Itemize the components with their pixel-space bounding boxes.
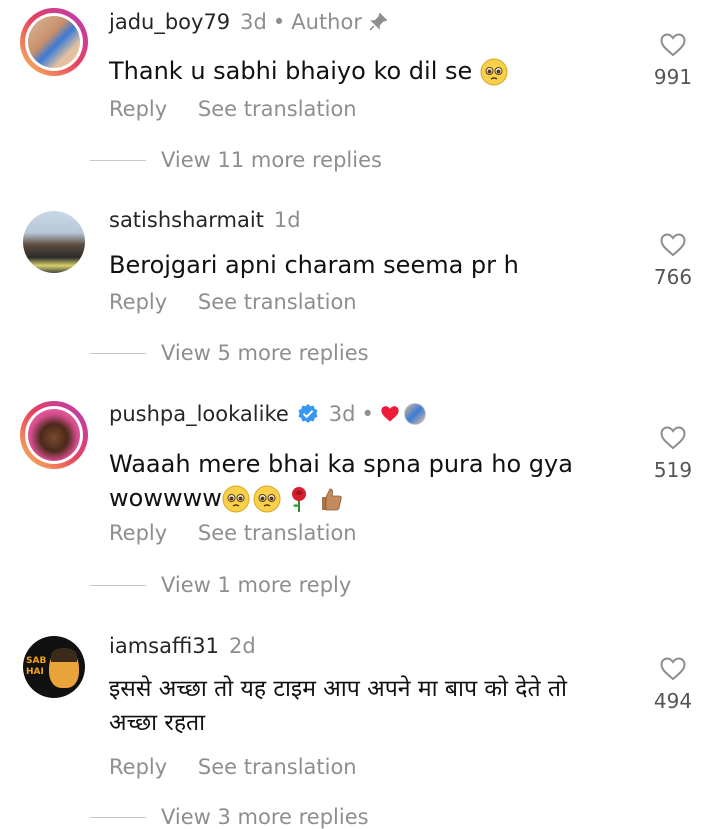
pin-icon (369, 12, 388, 31)
avatar[interactable] (20, 401, 88, 469)
like-count: 766 (653, 265, 693, 289)
timestamp: 3d (240, 10, 267, 34)
view-replies-label: View 11 more replies (161, 148, 382, 172)
divider-line (90, 159, 146, 161)
dot-separator: • (361, 402, 374, 426)
like-button[interactable]: 991 (646, 33, 700, 89)
like-button[interactable]: 494 (646, 657, 700, 713)
liked-by-creator-heart-icon (381, 406, 399, 422)
username[interactable]: iamsaffi31 (109, 634, 219, 658)
reply-button[interactable]: Reply (109, 521, 167, 545)
pleading-face-emoji (222, 485, 250, 513)
divider-line (90, 816, 146, 818)
comment-actions: Reply See translation (109, 521, 381, 545)
see-translation-button[interactable]: See translation (198, 290, 357, 314)
heart-icon (660, 233, 686, 257)
see-translation-button[interactable]: See translation (198, 97, 357, 121)
comment-meta: pushpa_lookalike 3d • (109, 402, 426, 426)
pleading-face-emoji (253, 485, 281, 513)
comment-body-line-2: अच्छा रहता (109, 710, 206, 736)
like-count: 494 (653, 689, 693, 713)
avatar[interactable] (20, 8, 88, 76)
comment-body-line-2: wowwww (109, 481, 629, 515)
author-badge: Author (291, 10, 362, 34)
timestamp: 3d (328, 402, 356, 426)
heart-icon (660, 33, 686, 57)
like-count: 519 (653, 458, 693, 482)
timestamp: 1d (273, 208, 301, 232)
comment-body-line-1: इससे अच्छा तो यह टाइम आप अपने मा बाप को … (109, 676, 567, 702)
comment-body-line-1: Waaah mere bhai ka spna pura ho gya (109, 450, 573, 478)
view-replies-button[interactable]: View 1 more reply (90, 573, 351, 597)
view-replies-button[interactable]: View 3 more replies (90, 805, 369, 829)
divider-line (90, 584, 146, 586)
comment-meta: iamsaffi31 2d (109, 634, 256, 658)
view-replies-label: View 1 more reply (161, 573, 352, 597)
comment-meta: satishsharmait 1d (109, 208, 301, 232)
reply-button[interactable]: Reply (109, 290, 167, 314)
creator-avatar-icon (403, 403, 426, 425)
username[interactable]: pushpa_lookalike (109, 402, 289, 426)
comment-text: Berojgari apni charam seema pr h (109, 248, 629, 282)
like-button[interactable]: 766 (646, 233, 700, 289)
rose-emoji (291, 487, 306, 512)
avatar[interactable]: SAB HAI (20, 633, 88, 701)
view-replies-label: View 5 more replies (161, 341, 369, 365)
heart-icon (660, 426, 686, 450)
see-translation-button[interactable]: See translation (198, 521, 357, 545)
pleading-face-emoji (480, 58, 508, 86)
comment-meta: jadu_boy79 3d • Author (109, 10, 388, 34)
timestamp: 2d (229, 634, 256, 658)
comment-text: Thank u sabhi bhaiyo ko dil se (109, 54, 629, 88)
comment-actions: Reply See translation (109, 755, 381, 779)
see-translation-button[interactable]: See translation (198, 755, 357, 779)
divider-line (90, 352, 146, 354)
like-button[interactable]: 519 (646, 426, 700, 482)
avatar[interactable] (20, 208, 88, 276)
view-replies-button[interactable]: View 5 more replies (90, 341, 369, 365)
reply-button[interactable]: Reply (109, 97, 167, 121)
thumbs-up-emoji (321, 488, 342, 511)
username[interactable]: jadu_boy79 (109, 10, 230, 34)
verified-badge-icon (298, 404, 318, 423)
comment-text: Waaah mere bhai ka spna pura ho gya woww… (109, 447, 629, 515)
comment-body: Thank u sabhi bhaiyo ko dil se (109, 57, 473, 85)
comment-body: Berojgari apni charam seema pr h (109, 251, 519, 279)
view-replies-label: View 3 more replies (161, 805, 369, 829)
username[interactable]: satishsharmait (109, 208, 264, 232)
reply-button[interactable]: Reply (109, 755, 167, 779)
comment-text: इससे अच्छा तो यह टाइम आप अपने मा बाप को … (109, 672, 639, 740)
dot-separator: • (272, 10, 286, 34)
heart-icon (660, 657, 686, 681)
comment-body-line-2-text: wowwww (109, 484, 222, 512)
comment-actions: Reply See translation (109, 290, 381, 314)
view-replies-button[interactable]: View 11 more replies (90, 148, 382, 172)
comment-actions: Reply See translation (109, 97, 381, 121)
like-count: 991 (653, 65, 693, 89)
